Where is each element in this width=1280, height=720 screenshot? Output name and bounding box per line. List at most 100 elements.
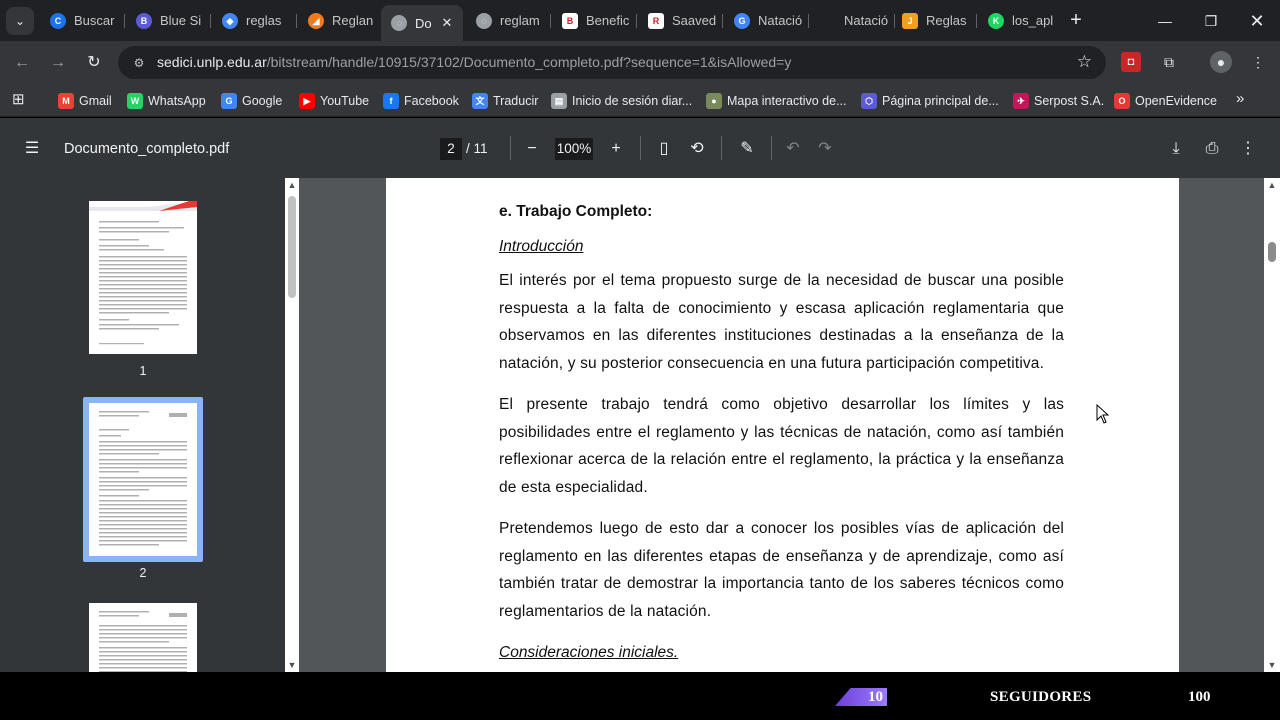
rotate-icon[interactable]: ⟲ bbox=[686, 138, 708, 160]
tab-favicon-icon: K bbox=[988, 12, 1004, 29]
bookmark-item[interactable]: ▤ Inicio de sesión diar... bbox=[551, 91, 692, 111]
download-icon[interactable]: ⤓ bbox=[1165, 138, 1187, 160]
page-thumbnail-2[interactable] bbox=[89, 403, 197, 556]
browser-tab[interactable]: ◆ reglas bbox=[212, 5, 296, 36]
thumbnail-page-2-content bbox=[99, 411, 187, 546]
bookmark-item[interactable]: 文 Traducir bbox=[472, 91, 538, 111]
bookmark-label: Facebook bbox=[404, 94, 459, 108]
thumbnail-sidebar: 1 2 bbox=[0, 178, 285, 672]
overlay-left-number: 10 bbox=[868, 689, 883, 705]
browser-tab[interactable]: ◌ Do ✕ bbox=[381, 5, 463, 41]
thumbnail-label-2: 2 bbox=[139, 566, 147, 580]
apps-grid-icon[interactable]: ⊞ bbox=[12, 90, 25, 108]
tab-favicon-icon: B bbox=[562, 12, 578, 29]
url-text[interactable]: sedici.unlp.edu.ar/bitstream/handle/1091… bbox=[157, 54, 791, 70]
document-viewport[interactable]: e. Trabajo Completo: Introducción El int… bbox=[299, 178, 1264, 672]
annotate-pen-icon[interactable]: ✎ bbox=[736, 138, 758, 160]
paragraph-1: El interés por el tema propuesto surge d… bbox=[499, 272, 1064, 372]
stream-overlay-bar: 10 SEGUIDORES 100 bbox=[0, 672, 1280, 720]
menu-kebab-icon[interactable]: ⋮ bbox=[1247, 51, 1269, 73]
bookmark-item[interactable]: ▶ YouTube bbox=[299, 91, 369, 111]
pdf-toolbar: ☰ Documento_completo.pdf 2 / 11 − 100% +… bbox=[0, 118, 1280, 178]
overlay-label: SEGUIDORES bbox=[990, 689, 1092, 705]
browser-tab[interactable]: Klos_apl bbox=[978, 5, 1062, 36]
page-number-input[interactable]: 2 bbox=[440, 138, 462, 160]
bookmark-item[interactable]: G Google bbox=[221, 91, 282, 111]
redo-icon[interactable]: ↷ bbox=[814, 138, 836, 160]
print-icon[interactable]: ⎙ bbox=[1201, 138, 1223, 160]
hamburger-menu-icon[interactable]: ☰ bbox=[21, 138, 43, 160]
divider bbox=[640, 136, 641, 160]
bookmark-item[interactable]: ✈ Serpost S.A. bbox=[1013, 91, 1104, 111]
close-icon: ✕ bbox=[1249, 11, 1265, 31]
bookmark-item[interactable]: ● Mapa interactivo de... bbox=[706, 91, 847, 111]
zoom-out-icon[interactable]: − bbox=[521, 138, 543, 160]
thumbnail-page-1-content bbox=[89, 201, 197, 345]
browser-tab[interactable]: G Natació bbox=[724, 5, 808, 36]
extensions-puzzle-icon[interactable]: ⧉ bbox=[1158, 51, 1180, 73]
bookmark-favicon-icon: 文 bbox=[472, 93, 488, 109]
bookmark-favicon-icon: ▶ bbox=[299, 93, 315, 109]
profile-avatar[interactable]: ● bbox=[1210, 51, 1232, 73]
back-button[interactable]: ← bbox=[9, 50, 35, 76]
minimize-button[interactable]: — bbox=[1151, 8, 1179, 34]
browser-tab[interactable]: Natació bbox=[810, 5, 894, 36]
forward-button[interactable]: → bbox=[45, 50, 71, 76]
bookmark-label: WhatsApp bbox=[148, 94, 206, 108]
scroll-up-arrow-icon[interactable]: ▲ bbox=[1267, 180, 1277, 190]
bookmark-item[interactable]: ⬡ Página principal de... bbox=[861, 91, 999, 111]
plus-icon: + bbox=[1070, 9, 1082, 31]
page-thumbnail-3[interactable] bbox=[89, 603, 197, 672]
url-host: sedici.unlp.edu.ar bbox=[157, 54, 267, 70]
scroll-up-arrow-icon[interactable]: ▲ bbox=[287, 180, 297, 190]
tab-title: Benefic bbox=[586, 13, 630, 28]
tab-favicon-icon: C bbox=[50, 12, 66, 29]
more-actions-icon[interactable]: ⋮ bbox=[1237, 138, 1259, 160]
divider bbox=[771, 136, 772, 160]
bookmark-favicon-icon: ▤ bbox=[551, 93, 567, 109]
bookmark-star-icon[interactable]: ☆ bbox=[1077, 52, 1092, 72]
zoom-input[interactable]: 100% bbox=[555, 138, 593, 160]
address-bar[interactable]: ⚙ sedici.unlp.edu.ar/bitstream/handle/10… bbox=[118, 46, 1106, 79]
document-scrollbar[interactable]: ▲ ▼ bbox=[1264, 178, 1280, 672]
reload-icon: ↻ bbox=[87, 54, 101, 71]
bookmark-item[interactable]: W WhatsApp bbox=[127, 91, 206, 111]
tab-favicon-icon: ◌ bbox=[391, 15, 407, 31]
bookmark-favicon-icon: W bbox=[127, 93, 143, 109]
reload-button[interactable]: ↻ bbox=[81, 50, 107, 76]
bookmark-item[interactable]: f Facebook bbox=[383, 91, 459, 111]
browser-tab[interactable]: C Buscar bbox=[40, 5, 124, 36]
more-bookmarks-icon[interactable]: » bbox=[1236, 90, 1244, 107]
site-info-icon[interactable]: ⚙ bbox=[130, 54, 148, 72]
extension-icon[interactable]: ◘ bbox=[1121, 52, 1141, 72]
browser-tab[interactable]: ◢ Reglan bbox=[298, 5, 382, 36]
close-window-button[interactable]: ✕ bbox=[1243, 8, 1271, 34]
browser-tab[interactable]: B Blue Si bbox=[126, 5, 210, 36]
sidebar-scrollbar[interactable]: ▲ ▼ bbox=[285, 178, 299, 672]
undo-icon[interactable]: ↶ bbox=[782, 138, 804, 160]
browser-tab[interactable]: B Benefic bbox=[552, 5, 636, 36]
bookmark-item[interactable]: O OpenEvidence bbox=[1114, 91, 1217, 111]
close-tab-icon[interactable]: ✕ bbox=[439, 15, 455, 31]
tab-title: reglam bbox=[500, 13, 540, 28]
bookmarks-bar: ⊞ M Gmail W WhatsApp G Google ▶ YouTube f Faceboo… bbox=[0, 84, 1280, 117]
fit-page-icon[interactable]: ▯ bbox=[653, 138, 675, 160]
tab-search-button[interactable]: ⌄ bbox=[6, 7, 34, 35]
scroll-down-arrow-icon[interactable]: ▼ bbox=[1267, 660, 1277, 670]
scroll-down-arrow-icon[interactable]: ▼ bbox=[287, 660, 297, 670]
bookmark-item[interactable]: M Gmail bbox=[58, 91, 112, 111]
bookmark-favicon-icon: G bbox=[221, 93, 237, 109]
browser-toolbar: ← → ↻ ⚙ sedici.unlp.edu.ar/bitstream/han… bbox=[0, 41, 1280, 84]
zoom-in-icon[interactable]: + bbox=[605, 138, 627, 160]
sidebar-scroll-thumb[interactable] bbox=[288, 196, 296, 298]
document-scroll-thumb[interactable] bbox=[1268, 242, 1276, 262]
page-thumbnail-1[interactable] bbox=[89, 201, 197, 354]
bookmark-label: Traducir bbox=[493, 94, 539, 108]
tab-favicon-icon: G bbox=[734, 12, 750, 29]
restore-button[interactable]: ❐ bbox=[1197, 8, 1225, 34]
browser-tab[interactable]: J Reglas bbox=[892, 5, 976, 36]
browser-tab[interactable]: R Saaved bbox=[638, 5, 722, 36]
browser-tab[interactable]: ◌ reglam bbox=[466, 5, 550, 36]
new-tab-button[interactable]: + bbox=[1064, 9, 1088, 33]
overlay-right-number: 100 bbox=[1188, 689, 1211, 705]
